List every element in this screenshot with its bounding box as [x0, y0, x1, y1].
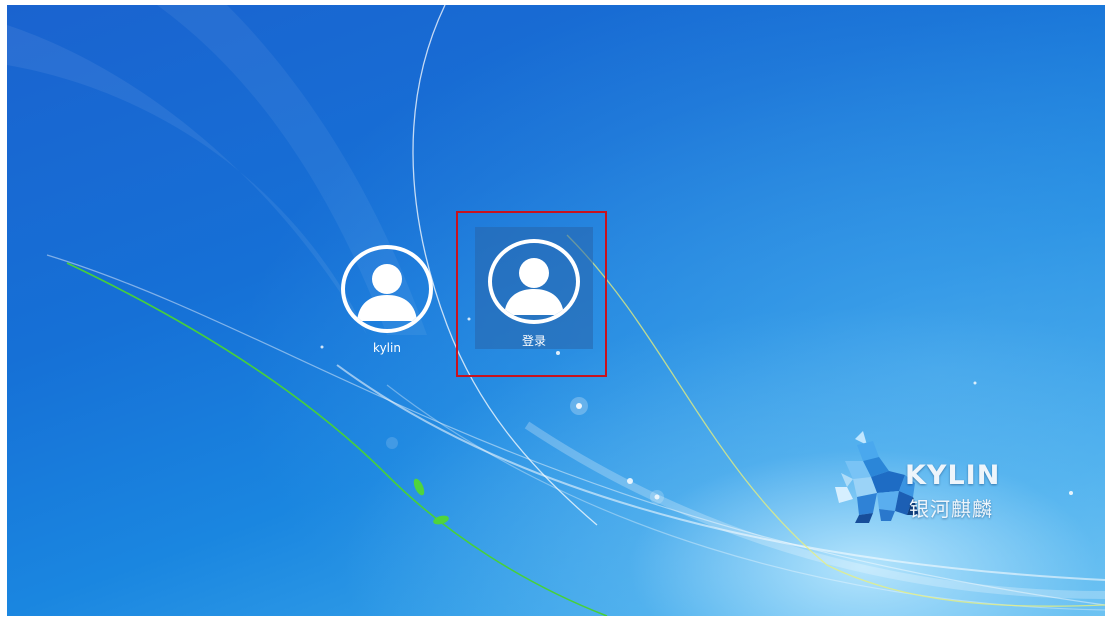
user-tile-login[interactable]: 登录 — [475, 227, 593, 349]
login-screen: kylin 登录 KYLIN 银河麒麟 — [7, 5, 1105, 616]
user-name-label: kylin — [373, 341, 401, 355]
user-avatar-icon — [341, 245, 433, 333]
brand-name: KYLIN — [905, 460, 1001, 491]
brand-name-cn: 银河麒麟 — [909, 497, 993, 521]
user-name-label: 登录 — [521, 334, 546, 348]
user-tile-kylin[interactable]: kylin — [328, 233, 446, 355]
user-avatar-icon — [488, 239, 580, 324]
